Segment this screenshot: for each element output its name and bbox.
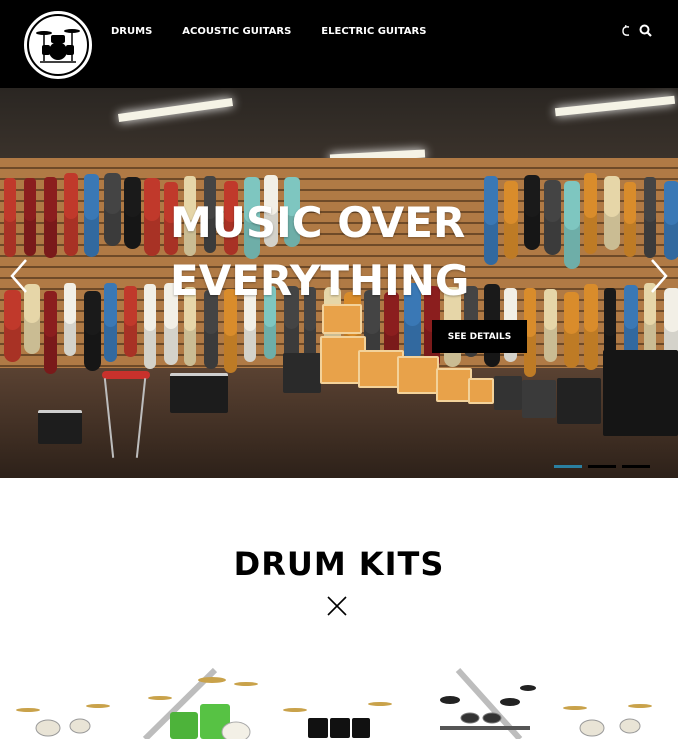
slider-dot-2[interactable] [588,465,616,468]
guitar [144,284,156,369]
guitar [544,289,557,362]
guitar [64,283,76,356]
amp [38,410,82,444]
slider-dots [554,465,650,468]
guitar [84,174,99,257]
close-icon[interactable] [325,594,349,618]
cart-icon[interactable] [621,24,631,40]
section-title: DRUM KITS [233,545,445,583]
drum-kit-logo-icon [27,14,89,76]
guitar [104,283,117,362]
header-icons [621,24,652,40]
drum-kit-image[interactable] [563,704,652,737]
guitar [144,178,160,256]
guitar [544,180,561,255]
logo[interactable] [24,11,92,79]
nav-drums[interactable]: DRUMS [111,26,152,38]
guitar [644,177,656,258]
nav-electric-guitars[interactable]: ELECTRIC GUITARS [321,26,426,38]
guitar [44,177,57,258]
amp [557,378,601,424]
next-slide-arrow-icon[interactable] [644,256,672,296]
site-header: DRUMS ACOUSTIC GUITARS ELECTRIC GUITARS [0,0,678,88]
drum-kit-image[interactable] [283,702,392,738]
guitar [124,286,137,357]
guitar [624,182,636,257]
guitar [604,176,620,250]
guitar [664,181,678,260]
drum-kit-image[interactable] [16,704,110,737]
guitar [44,291,57,374]
slider-dot-1[interactable] [554,465,582,468]
guitar [504,181,518,259]
hero-image-ceiling [0,88,678,158]
amp [397,356,439,394]
main-nav: DRUMS ACOUSTIC GUITARS ELECTRIC GUITARS [111,26,456,38]
guitar [64,173,78,256]
guitar [524,175,540,250]
see-details-button[interactable]: SEE DETAILS [432,320,527,353]
guitar [84,291,101,371]
guitar [564,181,580,269]
drum-kits-carousel [0,660,678,739]
amp [522,380,556,418]
slider-dot-3[interactable] [622,465,650,468]
amp [436,368,472,402]
amp [603,350,678,436]
guitar [564,292,579,368]
amp [170,373,228,413]
search-icon[interactable] [639,24,652,40]
guitar [24,178,36,256]
guitar [4,290,21,362]
guitar [104,173,121,246]
drum-kit-image[interactable] [148,677,258,739]
guitar [124,177,141,249]
amp [494,376,522,410]
nav-acoustic-guitars[interactable]: ACOUSTIC GUITARS [182,26,291,38]
hero-title: MUSIC OVER EVERYTHING [170,198,470,305]
hero-slider: MUSIC OVER EVERYTHING SEE DETAILS [0,88,678,478]
amp [283,353,321,393]
guitar [584,173,597,254]
prev-slide-arrow-icon[interactable] [6,256,34,296]
guitar [584,284,598,370]
guitar [484,176,498,265]
stool [102,371,150,379]
guitar [4,178,16,257]
amp [468,378,494,404]
